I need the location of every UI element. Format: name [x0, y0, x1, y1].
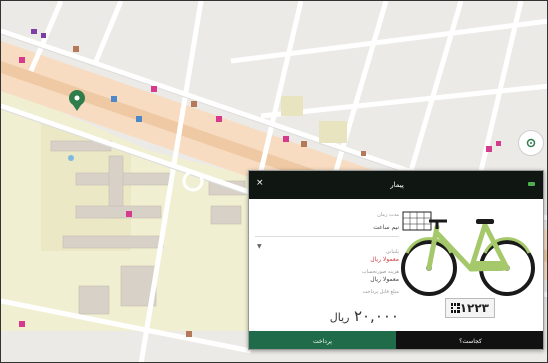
where-is-it-button[interactable]: کجاست؟: [396, 331, 543, 349]
row1-value: معمولا ریال: [370, 256, 399, 263]
pay-button[interactable]: پرداخت: [249, 331, 396, 349]
duration-label: مدت زمان: [377, 212, 399, 218]
location-target-icon[interactable]: [518, 130, 544, 156]
where-is-it-label: کجاست؟: [459, 337, 482, 345]
chevron-down-icon: ▼: [257, 243, 262, 250]
bike-id: ۱۲۲۳: [459, 301, 489, 315]
bike-id-badge: ۱۲۲۳: [445, 298, 495, 318]
battery-icon: [528, 182, 535, 186]
row2-label: هزینه صورتحساب: [361, 269, 399, 275]
bike-rental-panel: × پیمار ۱۲۲۳ مدت زمان نیم ساعت ▼ پلتبانی…: [248, 170, 544, 350]
total-price: ۲۰,۰۰۰ ریال: [326, 307, 399, 325]
panel-header: × پیمار: [249, 171, 543, 199]
qr-code-icon: [451, 303, 460, 313]
row1-label: پلتبانی: [385, 249, 399, 255]
price-unit: ریال: [329, 311, 350, 324]
price-value: ۲۰,۰۰۰: [353, 307, 399, 325]
panel-title: پیمار: [390, 181, 404, 189]
row2-value: معمولا ریال: [370, 276, 399, 283]
divider: [255, 236, 399, 237]
close-icon[interactable]: ×: [256, 179, 264, 188]
duration-select[interactable]: نیم ساعت ▼: [255, 224, 399, 250]
duration-value: نیم ساعت: [373, 224, 399, 231]
row3-label: مبلغ قابل پرداخت: [362, 289, 399, 295]
bike-image: [399, 203, 539, 301]
